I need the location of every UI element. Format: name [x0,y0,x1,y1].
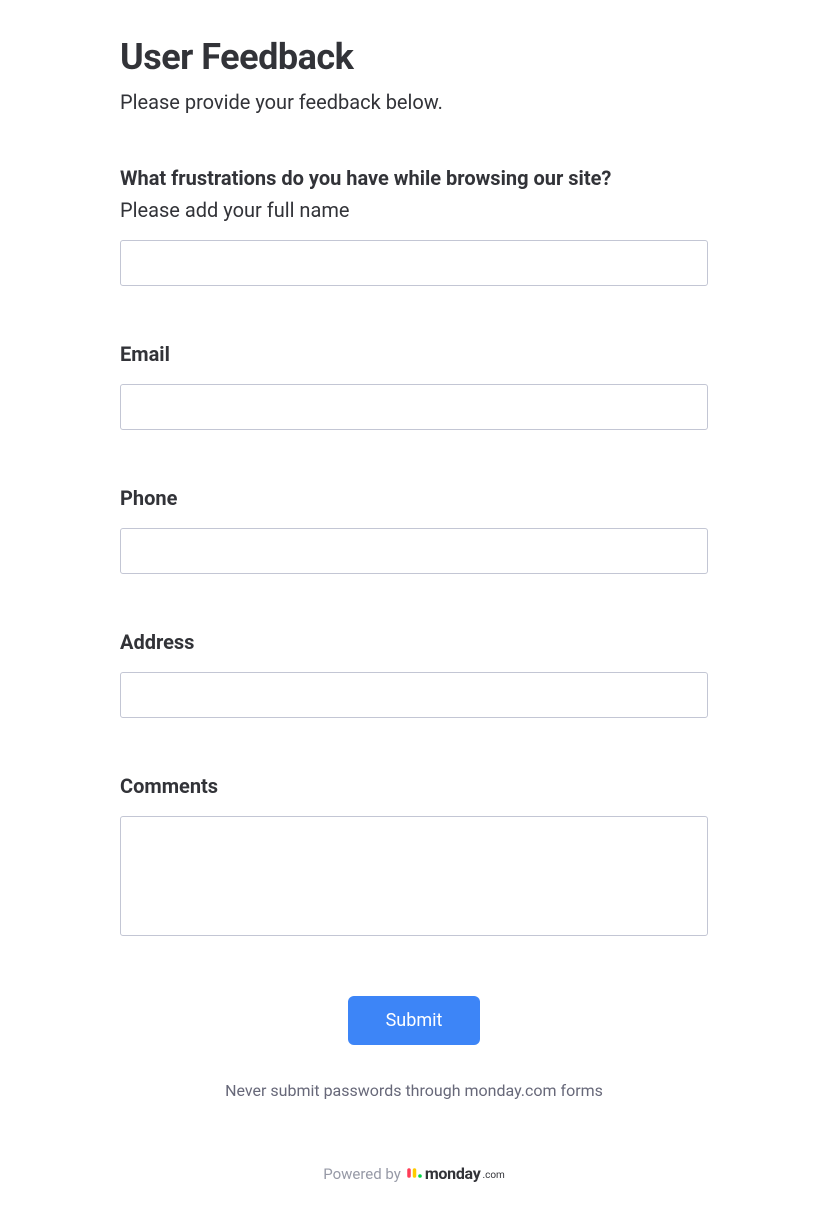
form-title: User Feedback [120,36,708,78]
phone-label: Phone [120,486,708,510]
powered-by: Powered by monday .com [120,1164,708,1183]
frustrations-label: What frustrations do you have while brow… [120,166,708,190]
email-field-group: Email [120,342,708,430]
monday-logo-icon [407,1168,423,1180]
email-label: Email [120,342,708,366]
frustrations-field-group: What frustrations do you have while brow… [120,166,708,286]
phone-field-group: Phone [120,486,708,574]
address-field-group: Address [120,630,708,718]
address-input[interactable] [120,672,708,718]
frustrations-input[interactable] [120,240,708,286]
password-warning: Never submit passwords through monday.co… [120,1081,708,1100]
comments-textarea[interactable] [120,816,708,936]
monday-logo[interactable]: monday .com [407,1164,505,1183]
powered-by-text: Powered by [323,1165,401,1183]
phone-input[interactable] [120,528,708,574]
monday-brand-text: monday [425,1164,481,1183]
address-label: Address [120,630,708,654]
comments-field-group: Comments [120,774,708,940]
frustrations-description: Please add your full name [120,198,708,222]
submit-section: Submit Never submit passwords through mo… [120,996,708,1100]
form-subtitle: Please provide your feedback below. [120,90,708,114]
email-input[interactable] [120,384,708,430]
monday-brand-suffix: .com [482,1170,504,1181]
submit-button[interactable]: Submit [348,996,481,1045]
comments-label: Comments [120,774,708,798]
